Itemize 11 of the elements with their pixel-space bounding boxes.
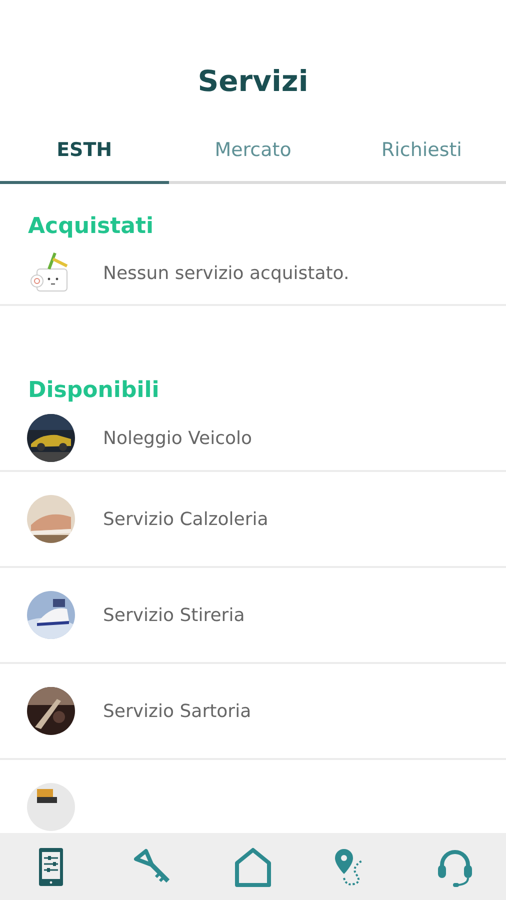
empty-message: Nessun servizio acquistato. <box>103 262 350 284</box>
tab[interactable]: Mercato <box>168 124 338 184</box>
section-heading: Disponibili <box>28 378 160 405</box>
service-name[interactable]: Servizio Stireria <box>103 604 245 626</box>
service-name[interactable]: Noleggio Veicolo <box>103 428 252 448</box>
screen-title: Servizi <box>198 64 308 98</box>
service-name[interactable]: Servizio Sartoria <box>103 700 252 722</box>
section-heading: Acquistati <box>28 214 155 241</box>
service-name[interactable]: Servizio Calzoleria <box>103 508 268 530</box>
tab[interactable]: ESTH <box>0 124 169 184</box>
tab[interactable]: Richiesti <box>337 124 506 184</box>
